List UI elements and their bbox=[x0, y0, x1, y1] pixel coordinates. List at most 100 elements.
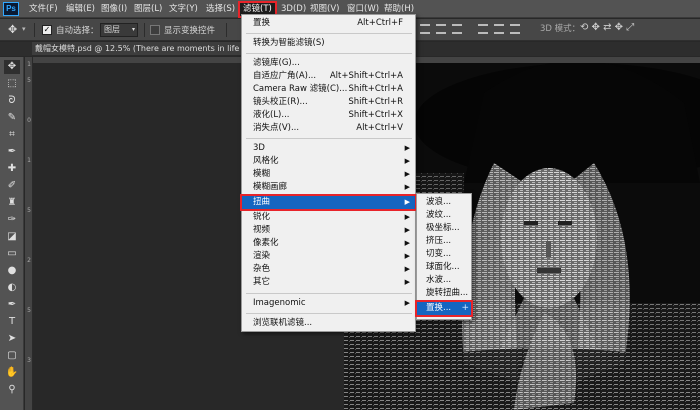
menu-edit[interactable]: 编辑(E) bbox=[66, 3, 95, 16]
distribute-icon[interactable] bbox=[494, 24, 504, 34]
submenu-arrow-icon: ▶ bbox=[404, 226, 410, 234]
zoom-tool-icon[interactable]: ⚲ bbox=[4, 383, 20, 397]
submenu-item-spherize[interactable]: 球面化... bbox=[417, 261, 471, 274]
hand-tool-icon[interactable]: ✋ bbox=[4, 366, 20, 380]
filter-menu: 置换 Alt+Ctrl+F 转换为智能滤镜(S) 滤镜库(G)... 自适应广角… bbox=[240, 14, 417, 332]
submenu-arrow-icon: ▶ bbox=[404, 265, 410, 273]
align-icon[interactable] bbox=[452, 24, 462, 34]
submenu-item-zigzag[interactable]: 水波... bbox=[417, 274, 471, 287]
submenu-item-polar-coordinates[interactable]: 极坐标... bbox=[417, 222, 471, 235]
shortcut-label: Shift+Ctrl+R bbox=[348, 97, 403, 107]
menu-item-other[interactable]: 其它 ▶ bbox=[242, 276, 415, 289]
healing-brush-tool-icon[interactable]: ✚ bbox=[4, 162, 20, 176]
show-transform-label: 显示变换控件 bbox=[164, 26, 216, 36]
menu-item-render[interactable]: 渲染 ▶ bbox=[242, 250, 415, 263]
distribute-icon[interactable] bbox=[510, 24, 520, 34]
menu-layer[interactable]: 图层(L) bbox=[134, 3, 162, 16]
menu-item-blur-gallery[interactable]: 模糊画廊 ▶ bbox=[242, 181, 415, 194]
path-select-tool-icon[interactable]: ➤ bbox=[4, 332, 20, 346]
menu-item-adaptive-wide-angle[interactable]: 自适应广角(A)... Alt+Shift+Ctrl+A bbox=[242, 70, 415, 83]
pen-tool-icon[interactable]: ✒ bbox=[4, 298, 20, 312]
brush-tool-icon[interactable]: ✐ bbox=[4, 179, 20, 193]
ruler-mark: 1 bbox=[27, 157, 31, 164]
menu-item-label: 3D bbox=[253, 143, 265, 153]
auto-select-value: 图层 bbox=[104, 25, 120, 34]
menu-item-label: 浏览联机滤镜... bbox=[253, 318, 313, 328]
menu-item-video[interactable]: 视频 ▶ bbox=[242, 224, 415, 237]
submenu-item-shear[interactable]: 切变... bbox=[417, 248, 471, 261]
submenu-item-label: 置换... bbox=[426, 303, 452, 313]
menu-item-label: 模糊画廊 bbox=[253, 182, 288, 192]
menu-item-liquify[interactable]: 液化(L)... Shift+Ctrl+X bbox=[242, 109, 415, 122]
crop-tool-icon[interactable]: ⌗ bbox=[4, 128, 20, 142]
menu-item-convert-smart-filter[interactable]: 转换为智能滤镜(S) bbox=[242, 37, 415, 50]
move-icon[interactable]: ✥ bbox=[8, 23, 17, 36]
auto-select-checkbox[interactable]: ✓ bbox=[42, 25, 52, 35]
menu-file[interactable]: 文件(F) bbox=[29, 3, 58, 16]
ruler-mark: 0 bbox=[27, 117, 31, 124]
submenu-item-ripple[interactable]: 波纹... bbox=[417, 209, 471, 222]
align-icon[interactable] bbox=[420, 24, 430, 34]
menu-item-label: 像素化 bbox=[253, 238, 279, 248]
lasso-tool-icon[interactable]: ᘐ bbox=[4, 94, 20, 108]
menu-item-browse-online-filters[interactable]: 浏览联机滤镜... bbox=[242, 317, 415, 330]
eraser-tool-icon[interactable]: ◪ bbox=[4, 230, 20, 244]
menu-image[interactable]: 图像(I) bbox=[101, 3, 127, 16]
menu-item-blur[interactable]: 模糊 ▶ bbox=[242, 168, 415, 181]
history-brush-tool-icon[interactable]: ✑ bbox=[4, 213, 20, 227]
divider bbox=[144, 23, 145, 37]
quick-select-tool-icon[interactable]: ✎ bbox=[4, 111, 20, 125]
menu-select[interactable]: 选择(S) bbox=[206, 3, 235, 16]
clone-stamp-tool-icon[interactable]: ♜ bbox=[4, 196, 20, 210]
submenu-item-wave[interactable]: 波浪... bbox=[417, 196, 471, 209]
menu-divider bbox=[246, 138, 412, 139]
blur-tool-icon[interactable]: ● bbox=[4, 264, 20, 278]
distribute-icon[interactable] bbox=[478, 24, 488, 34]
move-tool-icon[interactable]: ✥ bbox=[4, 60, 20, 74]
align-icon[interactable] bbox=[436, 24, 446, 34]
gradient-tool-icon[interactable]: ▭ bbox=[4, 247, 20, 261]
type-tool-icon[interactable]: T bbox=[4, 315, 20, 329]
distort-submenu: 波浪... 波纹... 极坐标... 挤压... 切变... 球面化... 水波… bbox=[415, 193, 473, 320]
dodge-tool-icon[interactable]: ◐ bbox=[4, 281, 20, 295]
ruler-mark: 5 bbox=[27, 307, 31, 314]
menu-item-pixelate[interactable]: 像素化 ▶ bbox=[242, 237, 415, 250]
marquee-tool-icon[interactable]: ⬚ bbox=[4, 77, 20, 91]
ruler-mark: 2 bbox=[27, 257, 31, 264]
eyedropper-tool-icon[interactable]: ✒ bbox=[4, 145, 20, 159]
menu-item-imagenomic[interactable]: Imagenomic ▶ bbox=[242, 297, 415, 310]
submenu-arrow-icon: ▶ bbox=[404, 299, 410, 307]
rectangle-tool-icon[interactable]: ▢ bbox=[4, 349, 20, 363]
menu-item-camera-raw[interactable]: Camera Raw 滤镜(C)... Shift+Ctrl+A bbox=[242, 83, 415, 96]
menu-item-label: 其它 bbox=[253, 277, 271, 287]
menu-item-filter-gallery[interactable]: 滤镜库(G)... bbox=[242, 57, 415, 70]
menu-item-stylize[interactable]: 风格化 ▶ bbox=[242, 155, 415, 168]
menu-item-distort[interactable]: 扭曲 ▶ bbox=[240, 194, 417, 211]
menu-item-noise[interactable]: 杂色 ▶ bbox=[242, 263, 415, 276]
document-tab[interactable]: 戴帽女模特.psd @ 12.5% (There are moments in … bbox=[32, 42, 244, 56]
show-transform-checkbox[interactable] bbox=[150, 25, 160, 35]
ruler-mark: 5 bbox=[27, 207, 31, 214]
submenu-item-twirl[interactable]: 旋转扭曲... bbox=[417, 287, 471, 300]
divider bbox=[226, 23, 227, 37]
menu-item-lens-correction[interactable]: 镜头校正(R)... Shift+Ctrl+R bbox=[242, 96, 415, 109]
menu-item-label: 模糊 bbox=[253, 169, 271, 179]
menu-item-label: 扭曲 bbox=[253, 197, 271, 207]
3d-rotate-icon[interactable]: ⟲ ✥ ⇄ ✥ ⤢ bbox=[580, 22, 634, 33]
submenu-arrow-icon: ▶ bbox=[404, 278, 410, 286]
auto-select-label: 自动选择： bbox=[56, 26, 99, 36]
menu-item-vanishing-point[interactable]: 消失点(V)... Alt+Ctrl+V bbox=[242, 122, 415, 135]
tools-panel: ✥ ⬚ ᘐ ✎ ⌗ ✒ ✚ ✐ ♜ ✑ ◪ ▭ ● ◐ ✒ T ➤ ▢ ✋ ⚲ bbox=[0, 57, 24, 410]
menu-item-3d[interactable]: 3D ▶ bbox=[242, 142, 415, 155]
cursor-icon: + bbox=[461, 303, 469, 313]
auto-select-dropdown[interactable]: 图层 ▾ bbox=[100, 23, 138, 37]
submenu-arrow-icon: ▶ bbox=[404, 157, 410, 165]
ruler-mark: 5 bbox=[27, 77, 31, 84]
submenu-item-pinch[interactable]: 挤压... bbox=[417, 235, 471, 248]
chevron-down-icon[interactable]: ▾ bbox=[22, 25, 26, 33]
submenu-item-displace[interactable]: 置换... + bbox=[415, 300, 473, 317]
menu-item-label: 置换 bbox=[253, 18, 271, 28]
menu-item-last-filter[interactable]: 置换 Alt+Ctrl+F bbox=[242, 17, 415, 30]
menu-item-sharpen[interactable]: 锐化 ▶ bbox=[242, 211, 415, 224]
menu-type[interactable]: 文字(Y) bbox=[169, 3, 198, 16]
